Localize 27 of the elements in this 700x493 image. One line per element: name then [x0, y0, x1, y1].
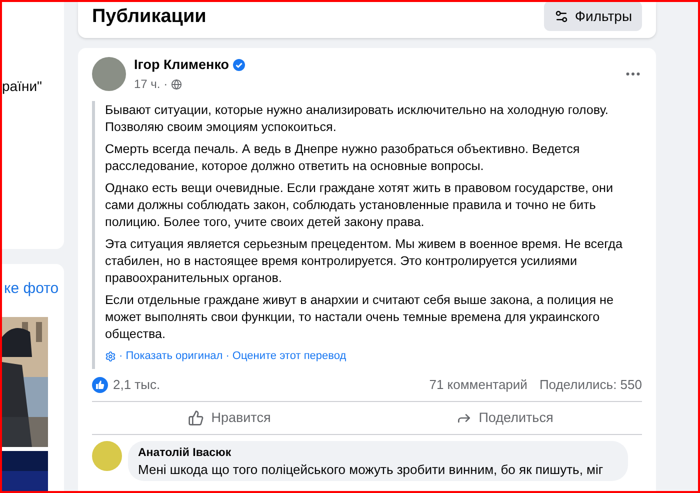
post-paragraph: Однако есть вещи очевидные. Если граждане хотят жить в правовом государстве, они сами должны соблюдать закон, соблюдать установленные правила и точно не бить полицию. Более того, учите своих детей закону права. — [105, 180, 614, 232]
post-paragraph: Бывают ситуации, которые нужно анализировать исключительно на холодную голову. Позволяю своим эмоциям успокоиться. — [105, 102, 610, 136]
thumbs-up-icon — [188, 410, 204, 426]
globe-icon — [170, 78, 182, 90]
post-time[interactable]: 17 ч. · — [134, 75, 168, 94]
translation-link[interactable]: · Оцените этот перевод — [226, 348, 346, 365]
post-paragraph: Смерть всегда печаль. А ведь в Днепре нужно разобраться объективно. Ведется расследование, которое должно ответить на основные вопросы. — [105, 141, 581, 176]
sidebar-text: раїни" — [2, 77, 43, 96]
share-count[interactable]: Поделились: 550 — [539, 375, 642, 394]
reaction-count[interactable]: 2,1 тыс. — [113, 375, 160, 394]
section-title: Публикации — [92, 4, 206, 29]
commenter-avatar[interactable] — [92, 440, 122, 471]
translation-link[interactable]: · Показать оригинал — [119, 348, 223, 365]
gear-icon — [105, 351, 116, 362]
author-name[interactable]: Ігор Клименко — [134, 55, 230, 76]
post-paragraph: Если отдельные граждане живут в анархии и считают себя выше закона, а полиция не может выполнять свои функции, то настали очень темные времена для украинского общества. — [105, 292, 614, 344]
like-button[interactable]: Нравится — [92, 402, 367, 434]
post-paragraph: Эта ситуация является серьезным прецедентом. Мы живем в военное время. Не всегда стабилен, но в настоящее время контролируется. Это контролируется усилиями правоохранительных органов. — [105, 236, 624, 288]
avatar[interactable] — [92, 57, 126, 92]
comment-text: Мені шкода що того поліцейського можуть зробити винним, бо як пишуть, міг — [138, 462, 604, 477]
comment-author[interactable]: Анатолій Івасюк — [138, 444, 618, 462]
filter-icon — [554, 8, 569, 24]
filter-button[interactable]: Фильтры — [544, 2, 642, 31]
like-reaction-icon — [92, 376, 108, 393]
all-photos-link[interactable]: ке фото — [2, 278, 64, 300]
comment-count[interactable]: 71 комментарий — [429, 375, 528, 394]
share-button[interactable]: Поделиться — [367, 402, 642, 434]
